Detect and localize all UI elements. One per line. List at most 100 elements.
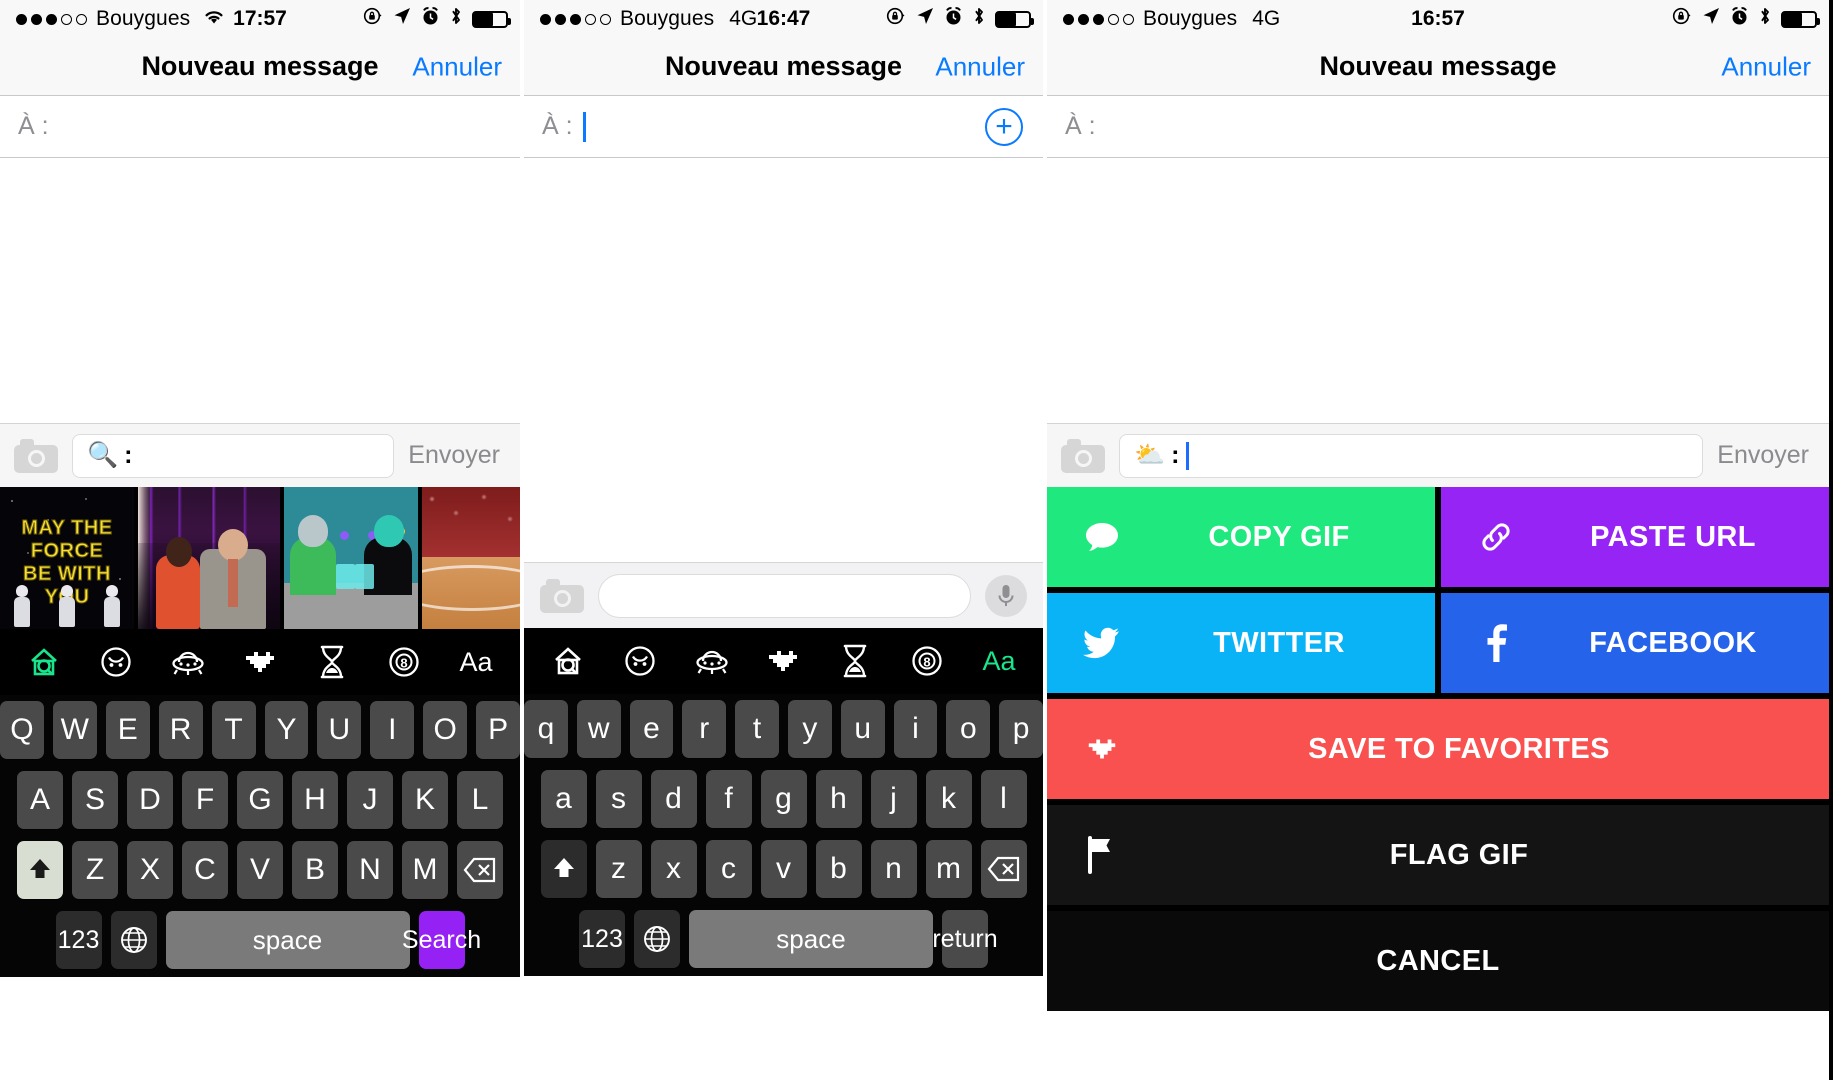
globe-key[interactable]	[634, 910, 680, 968]
key[interactable]: X	[127, 841, 173, 899]
key[interactable]: Q	[0, 701, 44, 759]
key[interactable]: T	[211, 701, 256, 759]
key[interactable]: v	[760, 840, 807, 898]
camera-icon[interactable]	[540, 578, 584, 613]
tab-pixel-heart[interactable]	[760, 638, 806, 684]
key[interactable]: P	[476, 701, 520, 759]
gif-results-strip[interactable]: MAY THE FORCE BE WITH YOU	[0, 487, 520, 629]
message-body-area[interactable]	[524, 158, 1043, 562]
save-to-favorites-button[interactable]: SAVE TO FAVORITES	[1047, 699, 1829, 799]
key[interactable]: K	[402, 771, 448, 829]
key[interactable]: z	[595, 840, 642, 898]
gif-thumbnail[interactable]: MAY THE FORCE BE WITH YOU	[0, 487, 134, 629]
key[interactable]: H	[292, 771, 338, 829]
tab-riffsy-home[interactable]	[21, 639, 67, 685]
space-key[interactable]: space	[165, 911, 410, 969]
recipient-field[interactable]: À :	[1047, 96, 1829, 158]
key[interactable]: Y	[264, 701, 309, 759]
send-button[interactable]: Envoyer	[1717, 441, 1815, 470]
key[interactable]: y	[788, 700, 832, 758]
return-key[interactable]: return	[932, 910, 998, 968]
key[interactable]: n	[870, 840, 917, 898]
search-key[interactable]: Search	[402, 911, 481, 969]
recipient-field[interactable]: À :	[0, 96, 520, 158]
key[interactable]: m	[925, 840, 972, 898]
key[interactable]: j	[870, 770, 917, 828]
key[interactable]: N	[347, 841, 393, 899]
key[interactable]: C	[182, 841, 228, 899]
key[interactable]: D	[127, 771, 173, 829]
key[interactable]: e	[629, 700, 674, 758]
key[interactable]: o	[946, 700, 991, 758]
key[interactable]: A	[17, 771, 63, 829]
key[interactable]: b	[815, 840, 862, 898]
key[interactable]: p	[999, 700, 1043, 758]
flag-gif-button[interactable]: FLAG GIF	[1047, 805, 1829, 905]
key[interactable]: u	[840, 700, 885, 758]
cancel-button[interactable]: Annuler	[412, 51, 502, 82]
tab-hourglass[interactable]	[832, 638, 878, 684]
camera-icon[interactable]	[1061, 438, 1105, 473]
add-contact-button[interactable]: +	[985, 107, 1023, 146]
key[interactable]: R	[158, 701, 203, 759]
key[interactable]: t	[735, 700, 779, 758]
key[interactable]: O	[423, 701, 468, 759]
key[interactable]: i	[893, 700, 938, 758]
key[interactable]: g	[760, 770, 807, 828]
key[interactable]: f	[705, 770, 752, 828]
tab-riffsy-home[interactable]	[545, 638, 591, 684]
message-input[interactable]	[598, 573, 971, 618]
backspace-key[interactable]	[980, 840, 1027, 898]
tab-hourglass[interactable]	[309, 639, 355, 685]
space-key[interactable]: space	[689, 910, 933, 968]
key[interactable]: F	[182, 771, 228, 829]
key[interactable]: h	[815, 770, 862, 828]
key[interactable]: c	[705, 840, 752, 898]
key[interactable]: q	[524, 700, 568, 758]
send-button[interactable]: Envoyer	[408, 441, 506, 470]
key[interactable]: a	[540, 770, 587, 828]
gif-thumbnail[interactable]	[422, 487, 520, 629]
backspace-key[interactable]	[457, 841, 503, 899]
key[interactable]: B	[292, 841, 338, 899]
tab-text-mode[interactable]: Aa	[976, 638, 1022, 684]
key[interactable]: d	[650, 770, 697, 828]
shift-key[interactable]	[17, 841, 63, 899]
key[interactable]: U	[317, 701, 362, 759]
cancel-action-button[interactable]: CANCEL	[1047, 911, 1829, 1011]
numeric-key[interactable]: 123	[579, 910, 625, 968]
globe-key[interactable]	[110, 911, 157, 969]
key[interactable]: w	[576, 700, 621, 758]
key[interactable]: V	[237, 841, 283, 899]
tab-pixel-heart[interactable]	[237, 639, 283, 685]
message-body-area[interactable]	[0, 158, 520, 423]
microphone-icon[interactable]	[985, 574, 1027, 617]
paste-url-button[interactable]: PASTE URL	[1441, 487, 1829, 587]
key[interactable]: k	[925, 770, 972, 828]
key[interactable]: L	[457, 771, 503, 829]
key[interactable]: I	[370, 701, 415, 759]
recipient-field[interactable]: À : +	[524, 96, 1043, 158]
shift-key[interactable]	[540, 840, 587, 898]
tab-smiley[interactable]	[93, 639, 139, 685]
key[interactable]: G	[237, 771, 283, 829]
twitter-button[interactable]: TWITTER	[1047, 593, 1435, 693]
key[interactable]: S	[72, 771, 118, 829]
key[interactable]: W	[52, 701, 97, 759]
gif-thumbnail[interactable]	[284, 487, 418, 629]
key[interactable]: E	[105, 701, 150, 759]
search-input[interactable]: ⛅ :	[1119, 433, 1704, 478]
cancel-button[interactable]: Annuler	[935, 51, 1025, 82]
key[interactable]: x	[650, 840, 697, 898]
message-body-area[interactable]	[1047, 158, 1829, 423]
camera-icon[interactable]	[14, 438, 58, 473]
tab-eight-ball[interactable]: 8	[381, 639, 427, 685]
copy-gif-button[interactable]: COPY GIF	[1047, 487, 1435, 587]
search-input[interactable]: 🔍 :	[72, 433, 395, 478]
tab-ufo[interactable]	[689, 638, 735, 684]
key[interactable]: M	[402, 841, 448, 899]
key[interactable]: r	[682, 700, 727, 758]
key[interactable]: J	[347, 771, 393, 829]
tab-smiley[interactable]	[617, 638, 663, 684]
tab-eight-ball[interactable]: 8	[904, 638, 950, 684]
